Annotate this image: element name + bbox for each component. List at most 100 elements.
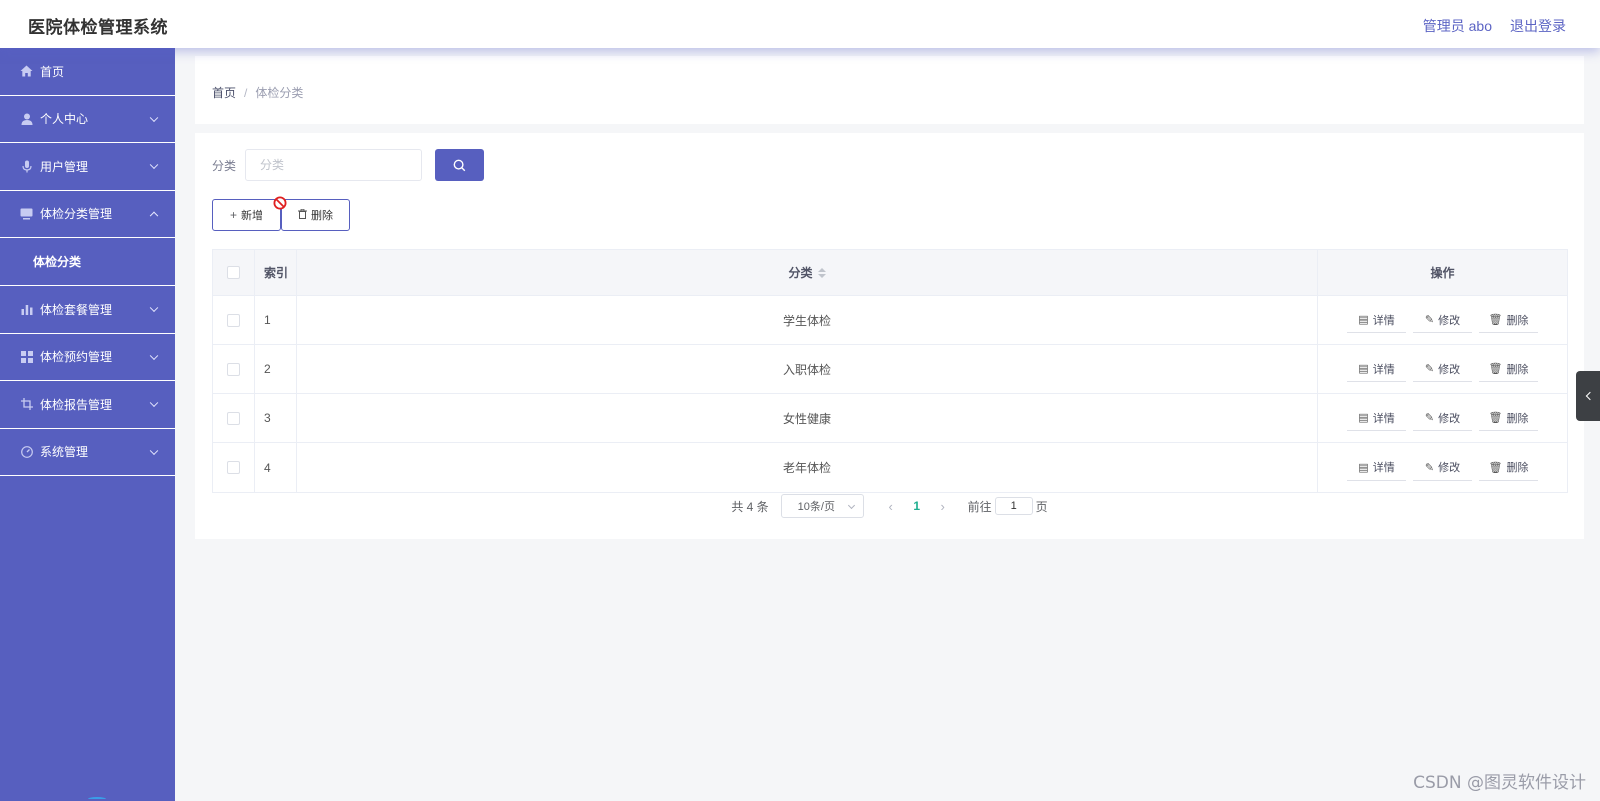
row-actions: ▤ 详情 ✎ 修改 🗑 删除 (1318, 394, 1567, 442)
delete-button[interactable]: 🗑 删除 (1479, 356, 1538, 382)
select-all-checkbox[interactable] (227, 266, 240, 279)
row-category: 入职体检 (297, 345, 1318, 393)
sidebar-item-label: 体检报告管理 (40, 397, 113, 412)
gauge-icon (20, 445, 33, 458)
row-actions: ▤ 详情 ✎ 修改 🗑 删除 (1318, 296, 1567, 344)
search-icon (453, 159, 466, 171)
sidebar-item-label: 用户管理 (40, 159, 89, 174)
document-icon: ▤ (1358, 461, 1369, 474)
row-checkbox[interactable] (227, 362, 240, 376)
row-actions: ▤ 详情 ✎ 修改 🗑 删除 (1318, 443, 1567, 492)
batch-delete-button[interactable]: 删除 (281, 199, 350, 231)
delete-label: 删除 (1506, 462, 1529, 474)
edit-button[interactable]: ✎ 修改 (1413, 307, 1472, 333)
trash-icon: 🗑 (1488, 412, 1503, 424)
edit-label: 修改 (1438, 314, 1461, 327)
page-jump-input[interactable] (994, 497, 1033, 515)
chevron-up-icon (149, 211, 159, 220)
next-page-button[interactable]: › (932, 499, 954, 514)
sidebar-item-label: 体检分类管理 (40, 207, 113, 222)
sidebar-item-label: 系统管理 (40, 445, 89, 460)
edit-button[interactable]: ✎ 修改 (1413, 356, 1472, 382)
detail-button[interactable]: ▤ 详情 (1347, 307, 1406, 333)
row-checkbox[interactable] (227, 461, 240, 474)
edit-button[interactable]: ✎ 修改 (1413, 454, 1472, 481)
trash-icon (298, 208, 307, 222)
sidebar-item-appointment-management[interactable]: 体检预约管理 (0, 334, 175, 381)
sidebar-item-personal-center[interactable]: 个人中心 (0, 96, 175, 143)
sidebar-item-user-management[interactable]: 用户管理 (0, 143, 175, 191)
sidebar-item-label: 体检套餐管理 (40, 302, 113, 317)
home-icon (20, 65, 33, 78)
detail-label: 详情 (1372, 462, 1395, 474)
prev-page-button[interactable]: ‹ (880, 499, 902, 514)
row-index: 1 (255, 296, 297, 344)
delete-label: 删除 (1506, 314, 1529, 327)
page-number-current[interactable]: 1 (904, 499, 930, 513)
delete-label: 删除 (1506, 363, 1529, 376)
delete-button[interactable]: 🗑 删除 (1479, 405, 1538, 431)
page-size-select[interactable]: 10条/页 (780, 494, 864, 518)
bar-chart-icon (20, 303, 33, 316)
document-icon: ▤ (1358, 314, 1369, 326)
sidebar-item-exam-category-management[interactable]: 体检分类管理 (0, 191, 175, 238)
user-icon (20, 112, 33, 125)
edit-icon: ✎ (1424, 461, 1435, 474)
add-button[interactable]: + 新增 (212, 199, 281, 231)
detail-button[interactable]: ▤ 详情 (1347, 356, 1406, 382)
side-panel-toggle[interactable] (1576, 371, 1600, 421)
table-row: 4 老年体检 ▤ 详情 ✎ 修改 🗑 删除 (213, 443, 1567, 492)
row-checkbox-cell (213, 345, 255, 393)
content-card: 分类 + 新增 删除 索引 分类 操作 (195, 133, 1584, 539)
breadcrumb-separator: / (244, 85, 248, 100)
detail-label: 详情 (1372, 314, 1395, 327)
chevron-down-icon (149, 446, 159, 455)
watermark: CSDN @图灵软件设计 (1413, 773, 1586, 793)
document-icon: ▤ (1358, 412, 1369, 424)
trash-icon: 🗑 (1488, 461, 1503, 474)
column-header-category[interactable]: 分类 (297, 250, 1318, 295)
row-checkbox[interactable] (227, 313, 240, 327)
edit-label: 修改 (1438, 363, 1461, 376)
delete-button[interactable]: 🗑 删除 (1479, 454, 1538, 481)
sidebar-subitem-exam-category[interactable]: 体检分类 (0, 238, 175, 286)
sort-icon[interactable] (817, 267, 826, 278)
app-title: 医院体检管理系统 (28, 18, 168, 37)
category-filter-label: 分类 (212, 159, 237, 173)
sidebar-item-system-management[interactable]: 系统管理 (0, 429, 175, 476)
row-checkbox-cell (213, 394, 255, 442)
edit-icon: ✎ (1424, 412, 1435, 424)
edit-label: 修改 (1438, 462, 1461, 474)
detail-label: 详情 (1372, 363, 1395, 376)
breadcrumb: 首页 / 体检分类 (212, 84, 303, 101)
sidebar-item-report-management[interactable]: 体检报告管理 (0, 381, 175, 429)
row-checkbox[interactable] (227, 411, 240, 425)
row-category: 女性健康 (297, 394, 1318, 442)
plus-icon: + (229, 208, 237, 222)
row-category: 老年体检 (297, 443, 1318, 492)
sidebar-item-home[interactable]: 首页 (0, 48, 175, 96)
sidebar-item-label: 个人中心 (40, 112, 89, 127)
breadcrumb-home-link[interactable]: 首页 (212, 84, 236, 101)
detail-button[interactable]: ▤ 详情 (1347, 454, 1406, 481)
row-checkbox-cell (213, 443, 255, 492)
breadcrumb-card: 首页 / 体检分类 (195, 56, 1584, 124)
top-header: 医院体检管理系统 管理员 abo 退出登录 (0, 0, 1600, 48)
search-button[interactable] (435, 149, 484, 181)
page-size-value: 10条/页 (797, 501, 835, 513)
table-row: 2 入职体检 ▤ 详情 ✎ 修改 🗑 删除 (213, 345, 1567, 394)
monitor-icon (20, 207, 33, 220)
column-header-operations: 操作 (1430, 266, 1455, 280)
sidebar-item-exam-package-management[interactable]: 体检套餐管理 (0, 286, 175, 334)
pagination-total: 共 4 条 (731, 499, 769, 514)
chevron-down-icon (149, 113, 159, 122)
not-allowed-cursor-icon (273, 196, 287, 210)
category-search-input[interactable] (245, 149, 422, 181)
detail-button[interactable]: ▤ 详情 (1347, 405, 1406, 431)
delete-button[interactable]: 🗑 删除 (1479, 307, 1538, 333)
current-user-label: 管理员 abo (1422, 18, 1492, 34)
edit-button[interactable]: ✎ 修改 (1413, 405, 1472, 431)
batch-delete-label: 删除 (311, 210, 333, 222)
pagination: 共 4 条 10条/页 ‹ 1 › 前往 页 (195, 493, 1584, 519)
logout-link[interactable]: 退出登录 (1510, 16, 1566, 36)
